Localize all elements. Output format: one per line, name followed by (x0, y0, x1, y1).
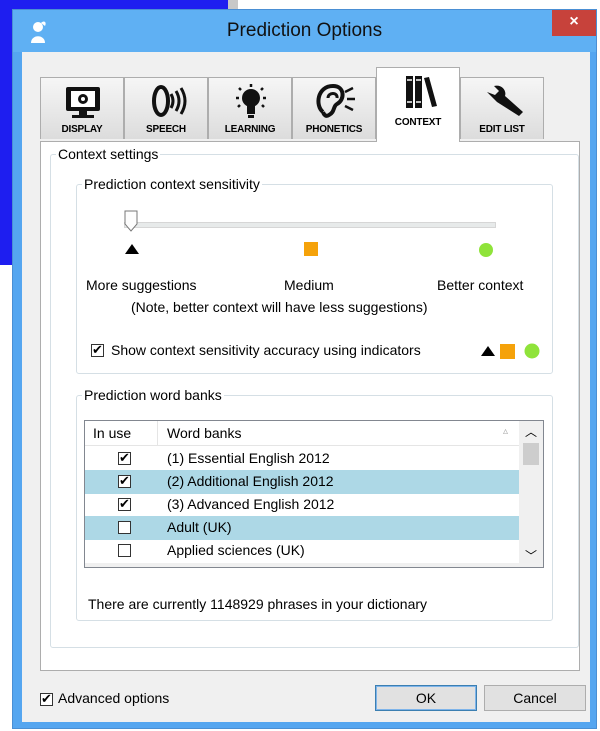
tab-label: SPEECH (146, 124, 186, 135)
sensitivity-note: (Note, better context will have less sug… (131, 299, 428, 315)
indicators-checkbox[interactable]: ✔ (91, 342, 104, 357)
list-header: In use Word banks ▵ (85, 421, 520, 446)
word-bank-name: (2) Additional English 2012 (167, 473, 334, 489)
legend-indicators-icon (481, 343, 540, 359)
horizontal-scrollbar[interactable] (85, 563, 520, 567)
word-banks-title: Prediction word banks (84, 387, 222, 403)
wrench-icon (487, 85, 523, 116)
scroll-down-icon[interactable]: ﹀ (519, 547, 543, 567)
speaker-icon (152, 85, 187, 117)
list-item[interactable]: ✔ (3) Advanced English 2012 (85, 493, 520, 517)
column-separator[interactable] (157, 421, 158, 445)
circle-indicator-icon (479, 243, 493, 257)
checkmark-icon: ✔ (119, 473, 130, 488)
tab-speech[interactable]: SPEECH (124, 77, 208, 139)
window-title: Prediction Options (226, 20, 383, 41)
list-item[interactable]: Adult (UK) (85, 516, 520, 540)
ok-button[interactable]: OK (375, 685, 477, 711)
tab-learning[interactable]: LEARNING (208, 77, 292, 139)
scroll-up-icon[interactable]: ︿ (519, 421, 543, 441)
word-bank-name: (1) Essential English 2012 (167, 450, 330, 466)
cancel-button[interactable]: Cancel (484, 685, 586, 711)
checkmark-icon: ✔ (41, 691, 52, 706)
in-use-checkbox[interactable] (118, 521, 131, 534)
close-button[interactable]: × (552, 10, 596, 36)
tab-label: CONTEXT (394, 117, 442, 128)
in-use-checkbox[interactable]: ✔ (118, 473, 131, 488)
list-item[interactable]: Applied sciences (UK) (85, 539, 520, 563)
square-indicator-icon (304, 242, 318, 256)
tab-phonetics[interactable]: PHONETICS (292, 77, 376, 139)
checkmark-icon: ✔ (119, 450, 130, 465)
medium-label: Medium (284, 277, 334, 293)
tab-display[interactable]: DISPLAY (40, 77, 124, 139)
sensitivity-slider-thumb[interactable] (124, 210, 138, 232)
checkmark-icon: ✔ (92, 342, 103, 357)
word-bank-name: (3) Advanced English 2012 (167, 496, 335, 512)
indicators-label: Show context sensitivity accuracy using … (111, 342, 421, 358)
word-banks-list[interactable]: In use Word banks ▵ ✔ (1) Essential Engl… (84, 420, 544, 568)
tab-label: PHONETICS (305, 124, 363, 135)
in-use-checkbox[interactable]: ✔ (118, 450, 131, 465)
context-settings-title: Context settings (58, 146, 159, 162)
monitor-icon (66, 87, 100, 118)
books-icon (406, 76, 437, 108)
triangle-indicator-icon (125, 244, 139, 254)
tab-label: LEARNING (224, 124, 276, 135)
tab-edit-list[interactable]: EDIT LIST (460, 77, 544, 139)
better-context-label: Better context (437, 277, 524, 293)
vertical-scrollbar[interactable]: ︿ ﹀ (519, 421, 543, 567)
list-item[interactable]: ✔ (2) Additional English 2012 (85, 470, 520, 494)
sort-arrow-icon: ▵ (503, 426, 509, 437)
in-use-checkbox[interactable]: ✔ (118, 496, 131, 511)
checkmark-icon: ✔ (119, 496, 130, 511)
advanced-options-checkbox[interactable]: ✔ (40, 691, 53, 706)
ear-icon (316, 83, 355, 118)
lightbulb-icon (236, 84, 266, 118)
word-bank-name: Adult (UK) (167, 519, 232, 535)
more-suggestions-label: More suggestions (86, 277, 197, 293)
column-header-word-banks[interactable]: Word banks (167, 425, 241, 441)
word-bank-name: Applied sciences (UK) (167, 542, 305, 558)
tab-context[interactable]: CONTEXT (376, 67, 460, 142)
tab-label: DISPLAY (61, 124, 103, 135)
title-bar[interactable]: Prediction Options × (13, 10, 596, 52)
advanced-options-label: Advanced options (58, 690, 170, 706)
in-use-checkbox[interactable] (118, 544, 131, 557)
tab-strip: DISPLAY SPEECH LEARNING PHONETICS CONTEX… (40, 64, 580, 142)
sensitivity-slider-track[interactable] (124, 222, 496, 228)
tab-label: EDIT LIST (479, 124, 525, 135)
column-header-in-use[interactable]: In use (93, 425, 131, 441)
list-item[interactable]: ✔ (1) Essential English 2012 (85, 447, 520, 471)
phrase-count-status: There are currently 1148929 phrases in y… (88, 596, 428, 612)
scroll-thumb[interactable] (523, 443, 539, 465)
sensitivity-title: Prediction context sensitivity (84, 176, 260, 192)
